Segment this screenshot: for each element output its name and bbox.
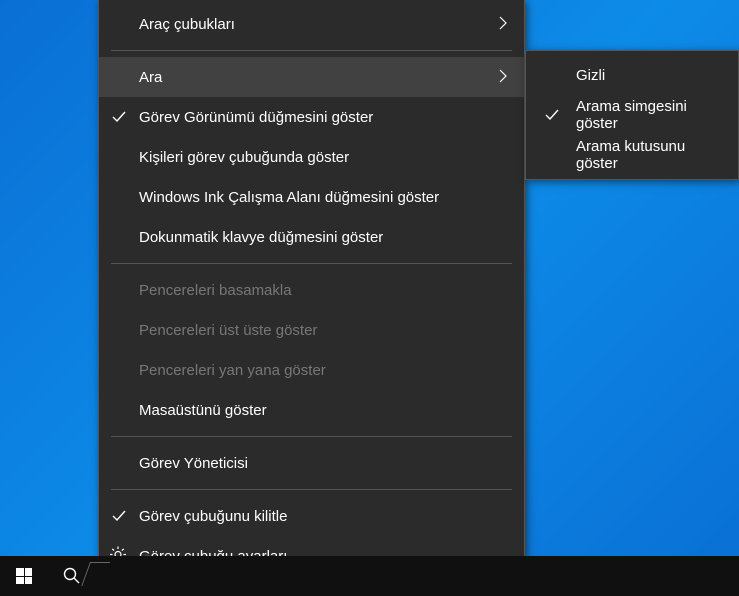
- menu-label: Masaüstünü göster: [139, 402, 508, 419]
- search-expand-handle: [90, 562, 110, 590]
- taskbar-context-menu: Araç çubukları Ara Görev Görünümü düğmes…: [98, 0, 525, 568]
- menu-separator: [111, 489, 512, 490]
- menu-separator: [111, 50, 512, 51]
- chevron-right-icon: [498, 16, 508, 33]
- submenu-item-show-search-box[interactable]: Arama kutusunu göster: [526, 135, 738, 175]
- menu-label: Araç çubukları: [139, 16, 498, 33]
- menu-label: Kişileri görev çubuğunda göster: [139, 149, 508, 166]
- submenu-item-hidden[interactable]: Gizli: [526, 55, 738, 95]
- menu-label: Ara: [139, 69, 498, 86]
- chevron-right-icon: [498, 69, 508, 86]
- menu-label: Pencereleri yan yana göster: [139, 362, 508, 379]
- search-submenu: Gizli Arama simgesini göster Arama kutus…: [525, 50, 739, 180]
- windows-logo-icon: [16, 568, 32, 584]
- menu-label: Görev Yöneticisi: [139, 455, 508, 472]
- menu-item-show-task-view[interactable]: Görev Görünümü düğmesini göster: [99, 97, 524, 137]
- menu-label: Görev Görünümü düğmesini göster: [139, 109, 508, 126]
- menu-item-search[interactable]: Ara: [99, 57, 524, 97]
- menu-item-side-by-side: Pencereleri yan yana göster: [99, 350, 524, 390]
- menu-item-show-ink[interactable]: Windows Ink Çalışma Alanı düğmesini göst…: [99, 177, 524, 217]
- menu-item-show-desktop[interactable]: Masaüstünü göster: [99, 390, 524, 430]
- menu-label: Arama simgesini göster: [576, 98, 722, 132]
- menu-label: Gizli: [576, 67, 722, 84]
- menu-label: Pencereleri üst üste göster: [139, 322, 508, 339]
- menu-item-stack-windows: Pencereleri üst üste göster: [99, 310, 524, 350]
- menu-label: Windows Ink Çalışma Alanı düğmesini göst…: [139, 189, 508, 206]
- taskbar: [0, 556, 739, 596]
- search-icon: [63, 567, 81, 585]
- menu-label: Görev çubuğunu kilitle: [139, 508, 508, 525]
- submenu-item-show-search-icon[interactable]: Arama simgesini göster: [526, 95, 738, 135]
- menu-item-toolbars[interactable]: Araç çubukları: [99, 4, 524, 44]
- menu-item-show-touch-keyboard[interactable]: Dokunmatik klavye düğmesini göster: [99, 217, 524, 257]
- menu-separator: [111, 263, 512, 264]
- menu-item-lock-taskbar[interactable]: Görev çubuğunu kilitle: [99, 496, 524, 536]
- check-icon: [111, 508, 127, 524]
- menu-item-cascade-windows: Pencereleri basamakla: [99, 270, 524, 310]
- check-icon: [111, 109, 127, 125]
- menu-item-show-people[interactable]: Kişileri görev çubuğunda göster: [99, 137, 524, 177]
- menu-label: Pencereleri basamakla: [139, 282, 508, 299]
- menu-item-task-manager[interactable]: Görev Yöneticisi: [99, 443, 524, 483]
- menu-label: Dokunmatik klavye düğmesini göster: [139, 229, 508, 246]
- menu-separator: [111, 436, 512, 437]
- start-button[interactable]: [0, 556, 48, 596]
- check-icon: [544, 107, 560, 123]
- menu-label: Arama kutusunu göster: [576, 138, 722, 172]
